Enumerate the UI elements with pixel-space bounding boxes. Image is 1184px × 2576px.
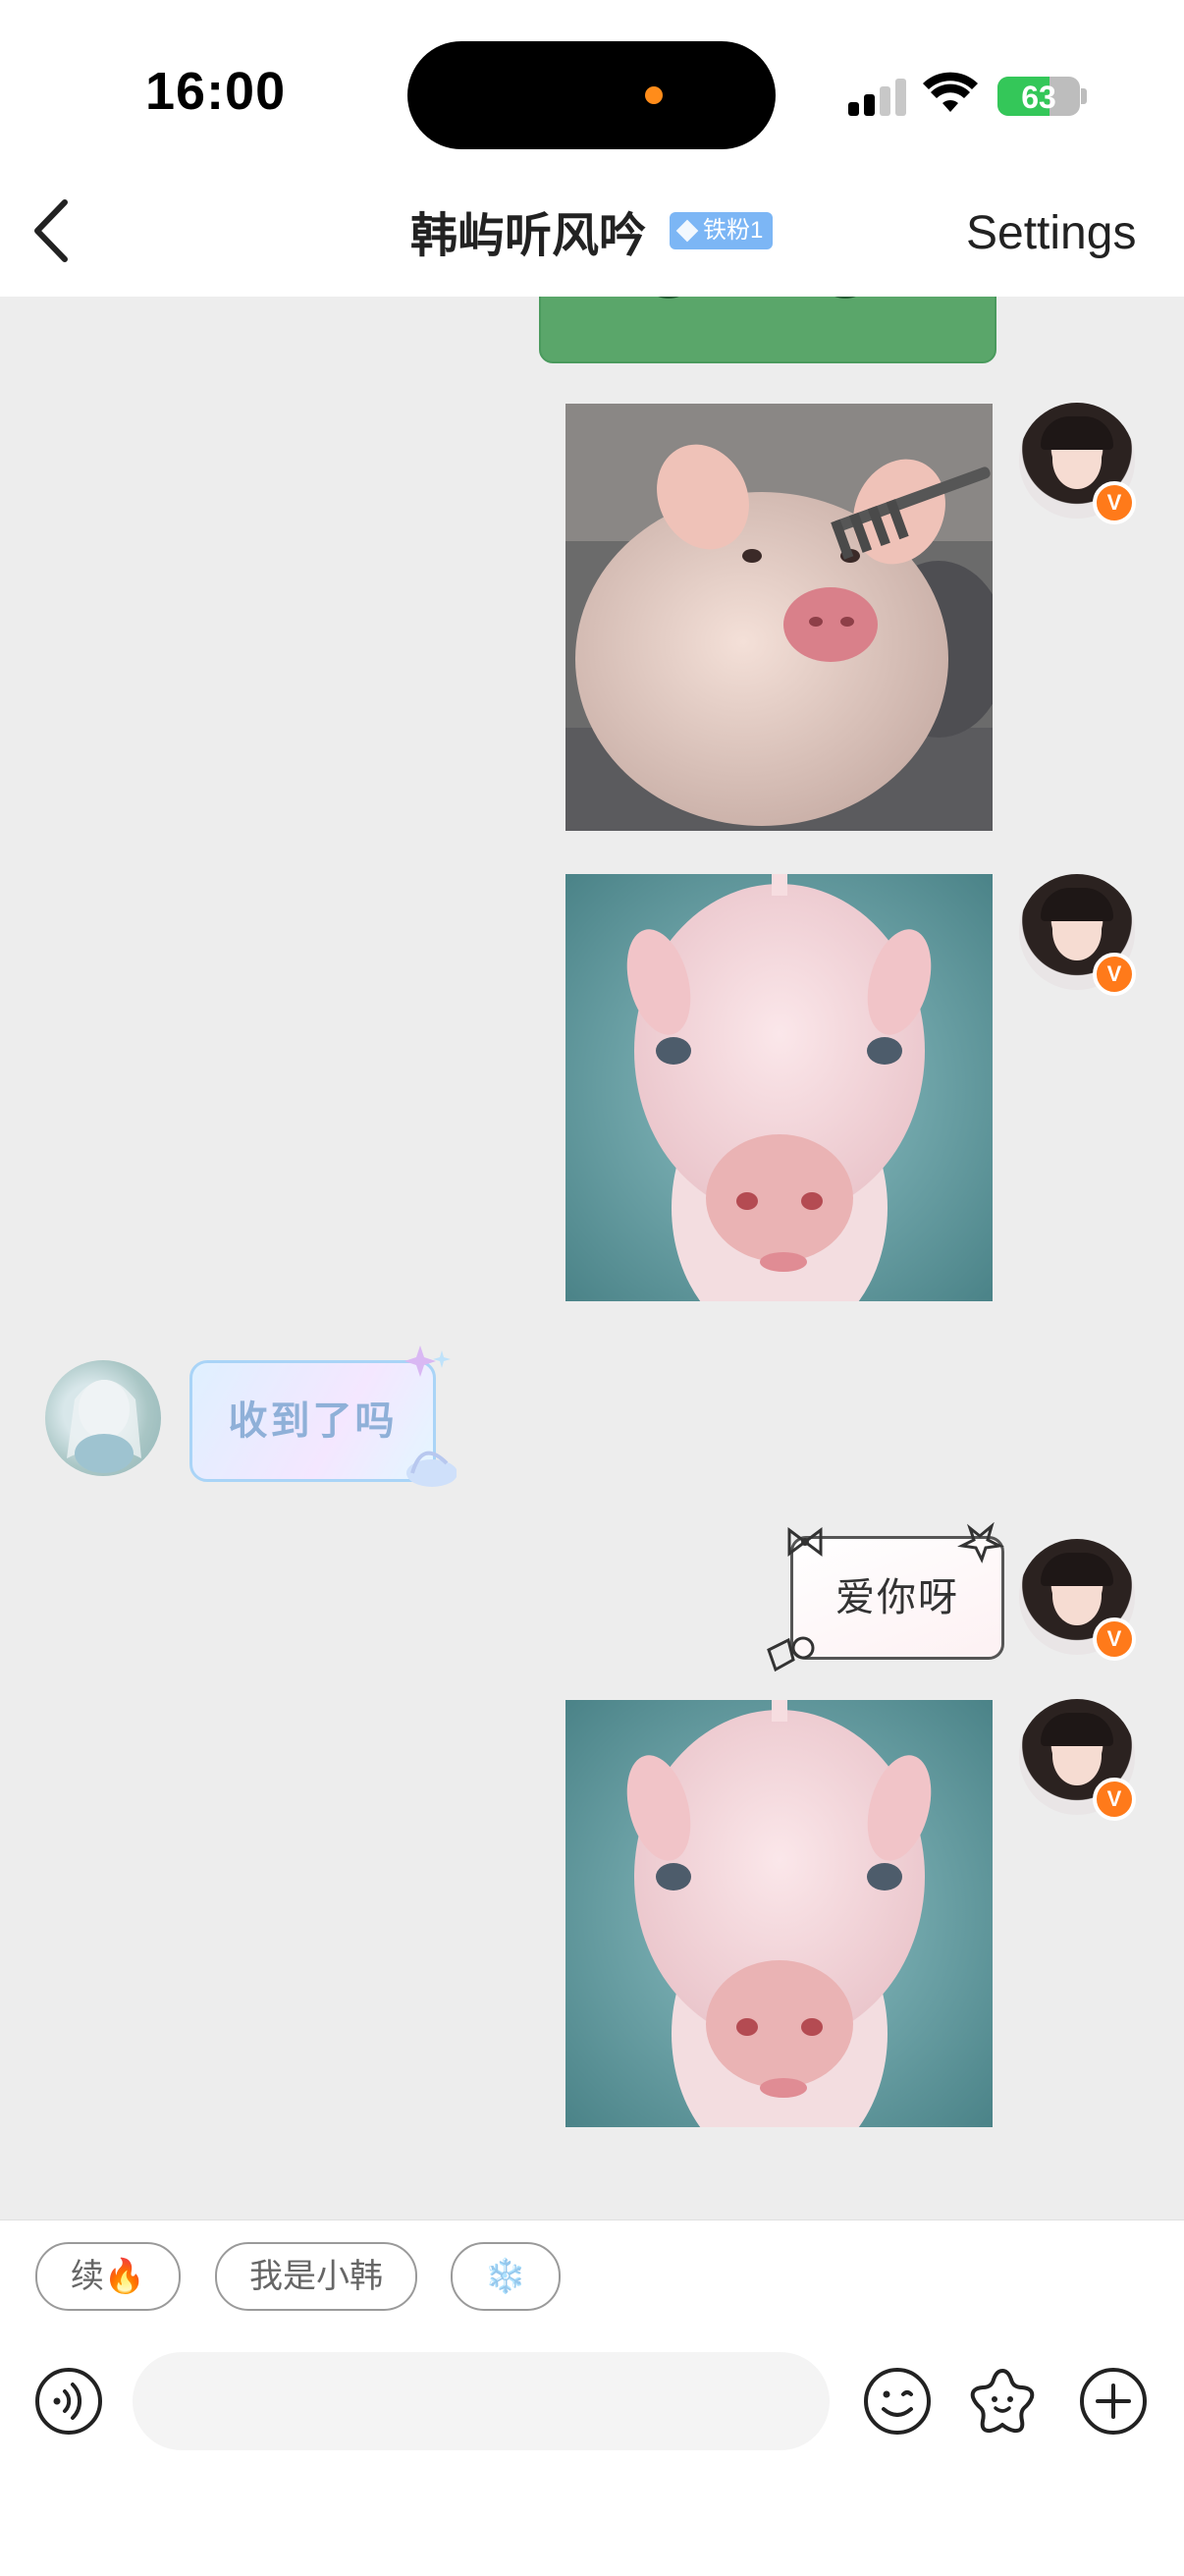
- home-indicator: [396, 2542, 788, 2553]
- pig-photo: [565, 404, 993, 831]
- plus-icon[interactable]: [1078, 2366, 1149, 2437]
- chat-scroll-area[interactable]: V V 收到了吗 爱你呀 V V: [0, 297, 1184, 2220]
- contact-avatar[interactable]: [45, 1360, 161, 1476]
- verified-v-badge: V: [1093, 1617, 1136, 1661]
- verified-v-badge: V: [1093, 481, 1136, 524]
- dynamic-island: [407, 41, 776, 149]
- quick-reply-streak[interactable]: 续🔥: [35, 2242, 181, 2311]
- composer-panel: 续🔥 我是小韩 ❄️: [0, 2220, 1184, 2576]
- wifi-icon: [923, 72, 978, 112]
- verified-v-badge: V: [1093, 953, 1136, 996]
- image-message-pig-portrait[interactable]: [565, 874, 993, 1301]
- pig-photo: [565, 1700, 993, 2127]
- quick-reply-snowflake[interactable]: ❄️: [451, 2242, 561, 2311]
- fan-badge-label: 铁粉1: [703, 217, 764, 244]
- cellular-signal-icon: [848, 79, 907, 116]
- sticker-star-icon[interactable]: [967, 2366, 1038, 2437]
- quick-reply-name[interactable]: 我是小韩: [215, 2242, 417, 2311]
- chat-title[interactable]: 韩屿听风吟: [410, 196, 646, 265]
- battery-tip: [1081, 88, 1087, 104]
- voice-icon[interactable]: [33, 2366, 104, 2437]
- sticker-eye-left: [639, 297, 698, 299]
- verified-v-badge: V: [1093, 1778, 1136, 1821]
- battery-percent: 63: [1021, 80, 1056, 115]
- bubble-bow-decoration-icon: [767, 1522, 1004, 1672]
- image-message-pig-brushed[interactable]: [565, 404, 993, 831]
- top-bar: 16:00 63 韩屿听风吟 铁粉1 Settings: [0, 0, 1184, 297]
- sticker-eye-right: [816, 297, 875, 299]
- pig-photo: [565, 874, 993, 1301]
- fan-level-badge[interactable]: 铁粉1: [670, 212, 774, 249]
- previous-sticker-message[interactable]: [539, 297, 996, 363]
- battery-icon: 63: [997, 77, 1080, 116]
- emoji-icon[interactable]: [862, 2366, 933, 2437]
- back-chevron-left-icon[interactable]: [29, 196, 79, 265]
- bubble-sparkle-decoration-icon: [404, 1345, 457, 1487]
- message-input[interactable]: [133, 2352, 830, 2450]
- status-time: 16:00: [145, 62, 287, 121]
- diamond-icon: [675, 219, 699, 243]
- anime-girl-avatar-image: [67, 1380, 141, 1473]
- recording-indicator: [645, 86, 663, 104]
- settings-button[interactable]: Settings: [966, 206, 1136, 260]
- image-message-pig-portrait[interactable]: [565, 1700, 993, 2127]
